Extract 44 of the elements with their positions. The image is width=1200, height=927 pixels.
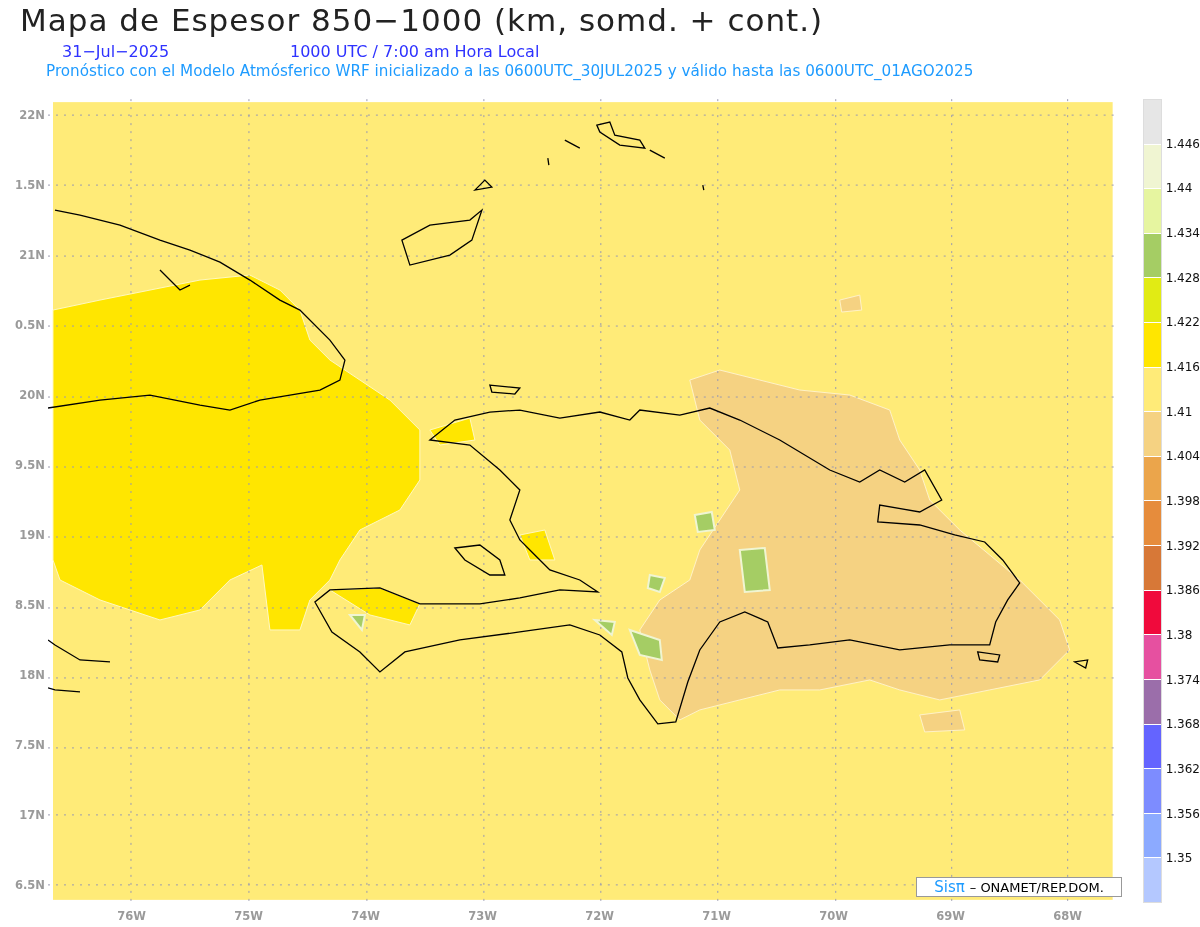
colorbar-label: 1.362 (1165, 761, 1200, 776)
colorbar-label: 1.434 (1165, 225, 1200, 240)
longitude-label: 74W (350, 909, 381, 923)
credit-text: – ONAMET/REP.DOM. (969, 879, 1104, 895)
longitude-label: 69W (935, 909, 966, 923)
latitude-label: 20N (19, 388, 45, 402)
colorbar-label: 1.44 (1165, 181, 1194, 196)
longitude-label: 76W (116, 909, 147, 923)
latitude-label: 0.5N (15, 318, 45, 332)
colorbar-label: 1.368 (1165, 717, 1200, 732)
longitude-label: 68W (1052, 909, 1083, 923)
longitude-label: 70W (818, 909, 849, 923)
longitude-label: 71W (701, 909, 732, 923)
latitude-label: 18N (19, 668, 45, 682)
latitude-label: 1.5N (15, 178, 45, 192)
credit-logo: Sisπ (934, 878, 965, 896)
latitude-label: 7.5N (15, 738, 45, 752)
colorbar-label: 1.35 (1165, 851, 1194, 866)
latitude-label: 8.5N (15, 598, 45, 612)
forecast-subtitle: Pronóstico con el Modelo Atmósferico WRF inicializado a las 0600UTC_30JUL2025 y válido hasta las 0600UTC_01AGO2025 (46, 62, 974, 80)
colorbar-label: 1.446 (1165, 136, 1200, 151)
longitude-label: 73W (467, 909, 498, 923)
latitude-label: 21N (19, 248, 45, 262)
colorbar-label: 1.428 (1165, 270, 1200, 285)
colorbar-label: 1.392 (1165, 538, 1200, 553)
map-title: Mapa de Espesor 850−1000 (km, somd. + cont.) (19, 1, 824, 40)
colorbar-label: 1.41 (1165, 404, 1194, 419)
longitude-label: 75W (233, 909, 264, 923)
colorbar-label: 1.386 (1165, 583, 1200, 598)
colorbar-label: 1.404 (1165, 449, 1200, 464)
forecast-time: 1000 UTC / 7:00 am Hora Local (290, 42, 540, 61)
latitude-label: 6.5N (15, 878, 45, 892)
latitude-label: 22N (19, 108, 45, 122)
colorbar-label: 1.374 (1165, 672, 1200, 687)
latitude-label: 19N (19, 528, 45, 542)
forecast-date: 31−Jul−2025 (62, 42, 171, 61)
latitude-label: 17N (19, 808, 45, 822)
colorbar-label: 1.416 (1165, 359, 1200, 374)
colorbar-label: 1.398 (1165, 493, 1200, 508)
colorbar-label: 1.38 (1165, 627, 1194, 642)
longitude-label: 72W (584, 909, 615, 923)
latitude-label: 9.5N (15, 458, 45, 472)
colorbar-label: 1.422 (1165, 315, 1200, 330)
colorbar-label: 1.356 (1165, 806, 1200, 821)
